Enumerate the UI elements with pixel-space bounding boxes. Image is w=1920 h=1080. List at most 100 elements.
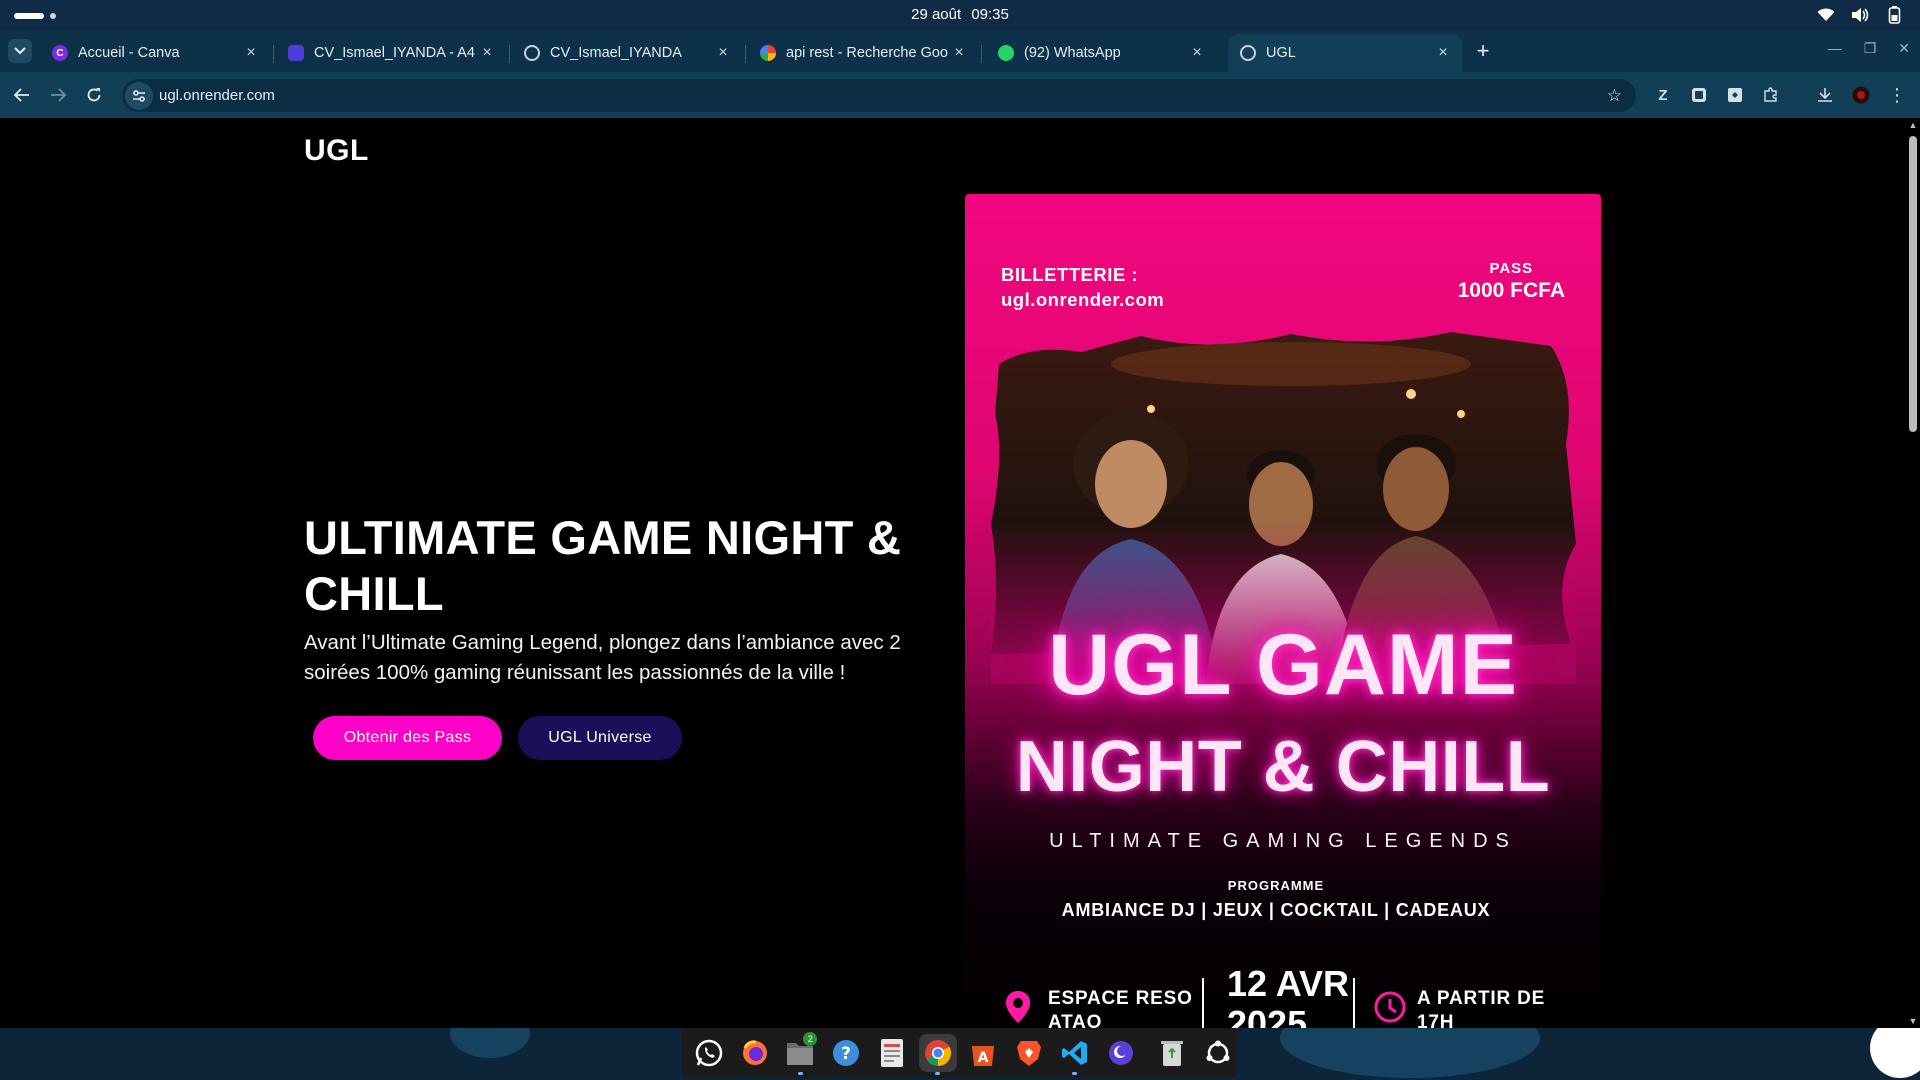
page-viewport: UGL ULTIMATE GAME NIGHT & CHILL Avant l’… [0, 118, 1906, 1028]
tab-separator [745, 45, 746, 63]
dock-vscode[interactable] [1056, 1034, 1094, 1075]
battery-icon [1884, 5, 1904, 25]
tab-title: UGL [1266, 45, 1296, 61]
hero-description: Avant l’Ultimate Gaming Legend, plongez … [304, 631, 901, 684]
tab-title: (92) WhatsApp [1024, 45, 1121, 61]
firefox-icon [742, 1040, 767, 1065]
forward-button[interactable] [46, 83, 70, 107]
poster-ticketing: BILLETTERIE : ugl.onrender.com [1001, 262, 1164, 312]
arrow-right-icon [51, 88, 66, 102]
close-icon[interactable]: × [1434, 44, 1452, 62]
download-icon[interactable] [1814, 84, 1836, 106]
dock-firefox[interactable] [736, 1034, 774, 1072]
dock-show-apps[interactable] [1199, 1034, 1237, 1072]
close-icon[interactable]: × [714, 44, 732, 62]
extension-screenshot-icon[interactable] [1688, 84, 1710, 106]
tune-icon [133, 89, 145, 102]
tab-google-search[interactable]: api rest - Recherche Goo × [748, 34, 978, 72]
close-icon[interactable]: × [478, 44, 496, 62]
tab-whatsapp[interactable]: (92) WhatsApp × [986, 34, 1216, 72]
clock-time: 09:35 [971, 6, 1009, 23]
system-clock[interactable]: 29 août 09:35 [0, 6, 1920, 23]
tab-cv-a4[interactable]: CV_Ismael_IYANDA - A4 × [276, 34, 506, 72]
dock-help[interactable]: ? [827, 1034, 865, 1072]
running-indicator [934, 1072, 940, 1075]
close-icon[interactable]: × [242, 44, 260, 62]
help-icon: ? [833, 1040, 860, 1066]
scroll-up-arrow-icon[interactable]: ▲ [1908, 120, 1918, 130]
running-indicator [797, 1072, 803, 1075]
browser-tab-strip: C Accueil - Canva × CV_Ismael_IYANDA - A… [0, 31, 1920, 72]
site-info-button[interactable] [125, 81, 153, 110]
scrollbar-thumb[interactable] [1909, 136, 1917, 432]
tab-search-button[interactable] [8, 39, 32, 63]
poster-pass-label: PASS [1489, 260, 1534, 277]
location-pin-icon [1006, 991, 1030, 1023]
wallpaper-shape [1280, 1028, 1540, 1078]
browser-toolbar: ugl.onrender.com ☆ Z ⋮ [0, 72, 1920, 118]
tab-title: CV_Ismael_IYANDA - A4 [314, 45, 475, 61]
whatsapp-icon [695, 1039, 723, 1067]
dock-brave[interactable] [1010, 1034, 1048, 1072]
url-text: ugl.onrender.com [159, 87, 275, 104]
running-indicator [1072, 1072, 1077, 1075]
menu-kebab-icon[interactable]: ⋮ [1886, 84, 1908, 106]
get-pass-button[interactable]: Obtenir des Pass [313, 716, 502, 760]
tab-title: Accueil - Canva [78, 45, 180, 61]
dock-document-viewer[interactable] [873, 1034, 911, 1072]
profile-avatar-icon[interactable] [1850, 84, 1872, 106]
close-icon[interactable]: × [1188, 44, 1206, 62]
tab-ugl[interactable]: UGL × [1228, 34, 1462, 72]
minimize-icon[interactable]: — [1828, 40, 1842, 57]
back-button[interactable] [10, 83, 34, 107]
address-bar[interactable]: ugl.onrender.com ☆ [122, 79, 1636, 112]
tab-cv[interactable]: CV_Ismael_IYANDA × [512, 34, 742, 72]
tab-title: api rest - Recherche Goo [786, 45, 948, 61]
poster-divider [1353, 978, 1355, 1028]
tab-separator [981, 45, 982, 63]
tab-title: CV_Ismael_IYANDA [550, 45, 682, 61]
tab-separator [273, 45, 274, 63]
window-controls: — ❐ ✕ [1828, 40, 1910, 57]
canva-icon: C [52, 45, 68, 61]
svg-text:A: A [978, 1050, 989, 1066]
site-logo[interactable]: UGL [304, 134, 369, 168]
poster-programme-label: PROGRAMME [1227, 878, 1325, 893]
document-app-icon [288, 45, 304, 61]
event-poster: BILLETTERIE : ugl.onrender.com PASS 1000… [965, 194, 1601, 1028]
hero-title: ULTIMATE GAME NIGHT & CHILL [304, 511, 902, 620]
volume-icon [1850, 5, 1870, 25]
system-tray[interactable] [1816, 5, 1904, 25]
poster-ticket-url: ugl.onrender.com [1001, 289, 1165, 310]
scroll-down-arrow-icon[interactable]: ▼ [1908, 1016, 1918, 1026]
extension-box-icon[interactable] [1724, 84, 1746, 106]
poster-date-line-2: 2025 [1227, 1003, 1308, 1029]
poster-venue-line-1: ESPACE RESO [1048, 988, 1193, 1009]
dock-app-center[interactable]: A [965, 1034, 1003, 1072]
dock: 2 ? A [682, 1028, 1237, 1078]
extensions-puzzle-icon[interactable] [1760, 84, 1782, 106]
page-scrollbar[interactable]: ▲ ▼ [1906, 118, 1920, 1028]
poster-time-line-2: 17H [1417, 1012, 1455, 1028]
new-tab-button[interactable]: + [1470, 39, 1496, 65]
dock-chrome[interactable] [918, 1034, 957, 1075]
wifi-icon [1816, 5, 1836, 25]
dock-trash[interactable] [1154, 1034, 1192, 1072]
ugl-universe-button[interactable]: UGL Universe [518, 716, 682, 760]
restore-icon[interactable]: ❐ [1864, 40, 1877, 57]
close-icon[interactable]: × [950, 44, 968, 62]
tab-separator [509, 45, 510, 63]
document-viewer-icon [880, 1039, 903, 1067]
tab-canva[interactable]: C Accueil - Canva × [40, 34, 270, 72]
close-window-icon[interactable]: ✕ [1898, 40, 1910, 57]
dock-whatsapp[interactable] [690, 1034, 728, 1072]
reload-button[interactable] [82, 83, 106, 107]
clock-date: 29 août [911, 6, 962, 23]
dock-files[interactable]: 2 [782, 1032, 820, 1075]
bookmark-star-icon[interactable]: ☆ [1607, 86, 1622, 106]
trash-icon [1161, 1041, 1184, 1066]
poster-venue-line-2: ATAO [1048, 1012, 1103, 1028]
dock-purple-app[interactable] [1102, 1034, 1140, 1072]
system-top-bar: 29 août 09:35 [0, 0, 1920, 31]
extension-z-icon[interactable]: Z [1652, 84, 1674, 106]
